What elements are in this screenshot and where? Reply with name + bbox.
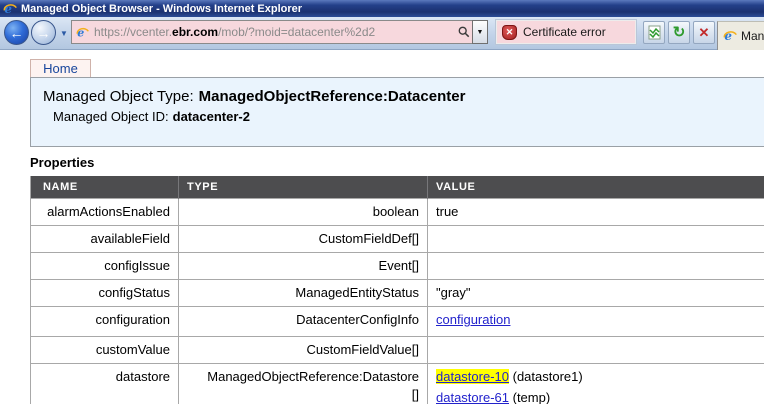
address-bar[interactable]: e https://vcenter.ebr.com/mob/?moid=data… — [71, 20, 456, 44]
managed-object-id-value: datacenter-2 — [173, 109, 250, 124]
stop-icon: ✕ — [699, 26, 710, 39]
properties-table: NAMETYPEVALUE alarmActionsEnabledboolean… — [30, 176, 764, 404]
property-type-cell: ManagedObjectReference:Datastore[] — [179, 364, 428, 404]
managed-object-type-label: Managed Object Type: — [43, 88, 194, 105]
properties-table-container: NAMETYPEVALUE alarmActionsEnabledboolean… — [30, 176, 764, 404]
url-text: https://vcenter.ebr.com/mob/?moid=datace… — [94, 25, 375, 39]
value-suffix: (temp) — [509, 390, 550, 404]
forward-button[interactable]: → — [31, 20, 56, 45]
property-name-cell: availableField — [31, 226, 179, 253]
table-row: datastoreManagedObjectReference:Datastor… — [31, 364, 764, 404]
refresh-icon: ↻ — [673, 25, 686, 40]
url-prefix: https://vcenter. — [94, 25, 172, 39]
url-domain: ebr.com — [172, 25, 218, 39]
table-row: customValueCustomFieldValue[] — [31, 337, 764, 364]
url-path: /mob/?moid=datacenter%2d2 — [218, 25, 375, 39]
property-name-cell: configIssue — [31, 253, 179, 280]
property-name-cell: alarmActionsEnabled — [31, 199, 179, 226]
table-row: alarmActionsEnabledbooleantrue — [31, 199, 764, 226]
property-name-cell: customValue — [31, 337, 179, 364]
value-link[interactable]: datastore-10 — [436, 369, 509, 384]
table-row: configIssueEvent[] — [31, 253, 764, 280]
property-type-cell: CustomFieldValue[] — [179, 337, 428, 364]
refresh-button[interactable]: ↻ — [668, 21, 690, 44]
table-header-row: NAMETYPEVALUE — [31, 176, 764, 199]
managed-object-id-line: Managed Object ID: datacenter-2 — [53, 109, 764, 124]
column-header-type: TYPE — [179, 176, 428, 199]
column-header-name: NAME — [31, 176, 179, 199]
property-value-cell: "gray" — [428, 280, 764, 307]
property-type-cell: CustomFieldDef[] — [179, 226, 428, 253]
properties-heading: Properties — [30, 155, 94, 170]
property-value-cell: datastore-10 (datastore1)datastore-61 (t… — [428, 364, 764, 404]
managed-object-header: Managed Object Type: ManagedObjectReferen… — [30, 77, 764, 147]
certificate-error-label: Certificate error — [523, 25, 606, 39]
property-type-cell: boolean — [179, 199, 428, 226]
property-name-cell: configuration — [31, 307, 179, 337]
table-row: configStatusManagedEntityStatus"gray" — [31, 280, 764, 307]
address-dropdown-button[interactable]: ▼ — [472, 20, 488, 44]
value-line: configuration — [436, 311, 758, 329]
tab-favicon-icon: e — [723, 29, 737, 43]
table-row: availableFieldCustomFieldDef[] — [31, 226, 764, 253]
browser-tab[interactable]: e Man — [717, 21, 764, 50]
value-link[interactable]: datastore-61 — [436, 390, 509, 404]
property-name-cell: configStatus — [31, 280, 179, 307]
value-link[interactable]: configuration — [436, 312, 510, 327]
certificate-error-shield-icon: ✕ — [502, 25, 517, 40]
property-type-cell: DatacenterConfigInfo — [179, 307, 428, 337]
property-value-cell — [428, 253, 764, 280]
page-icon — [648, 25, 661, 40]
property-type-cell: Event[] — [179, 253, 428, 280]
property-value-cell: configuration — [428, 307, 764, 337]
value-line: datastore-10 (datastore1) — [436, 368, 758, 386]
back-button[interactable]: ← — [4, 20, 29, 45]
column-header-value: VALUE — [428, 176, 764, 199]
compatibility-view-button[interactable] — [643, 21, 665, 44]
property-type-cell: ManagedEntityStatus — [179, 280, 428, 307]
property-value-cell — [428, 226, 764, 253]
tab-label: Man — [741, 29, 764, 43]
ie-logo-icon: e — [3, 2, 17, 16]
title-bar: e Managed Object Browser - Windows Inter… — [0, 0, 764, 17]
property-value-cell — [428, 337, 764, 364]
search-icon[interactable] — [456, 20, 472, 44]
managed-object-type-line: Managed Object Type: ManagedObjectReferen… — [43, 88, 764, 105]
value-suffix: (datastore1) — [509, 369, 583, 384]
managed-object-id-label: Managed Object ID: — [53, 109, 169, 124]
browser-chrome: ← → ▼ e https://vcenter.ebr.com/mob/?moi… — [0, 17, 764, 50]
home-tab-label: Home — [43, 61, 78, 76]
table-row: configurationDatacenterConfigInfoconfigu… — [31, 307, 764, 337]
window-title: Managed Object Browser - Windows Interne… — [21, 3, 302, 15]
page-favicon-icon: e — [76, 26, 89, 39]
certificate-error-badge[interactable]: ✕ Certificate error — [496, 20, 636, 44]
stop-button[interactable]: ✕ — [693, 21, 715, 44]
recent-pages-dropdown-icon[interactable]: ▼ — [60, 29, 68, 38]
managed-object-type-value: ManagedObjectReference:Datacenter — [199, 88, 466, 105]
browser-window: e Managed Object Browser - Windows Inter… — [0, 0, 764, 404]
property-value-cell: true — [428, 199, 764, 226]
property-name-cell: datastore — [31, 364, 179, 404]
home-tab[interactable]: Home — [30, 59, 91, 78]
value-line: datastore-61 (temp) — [436, 389, 758, 404]
